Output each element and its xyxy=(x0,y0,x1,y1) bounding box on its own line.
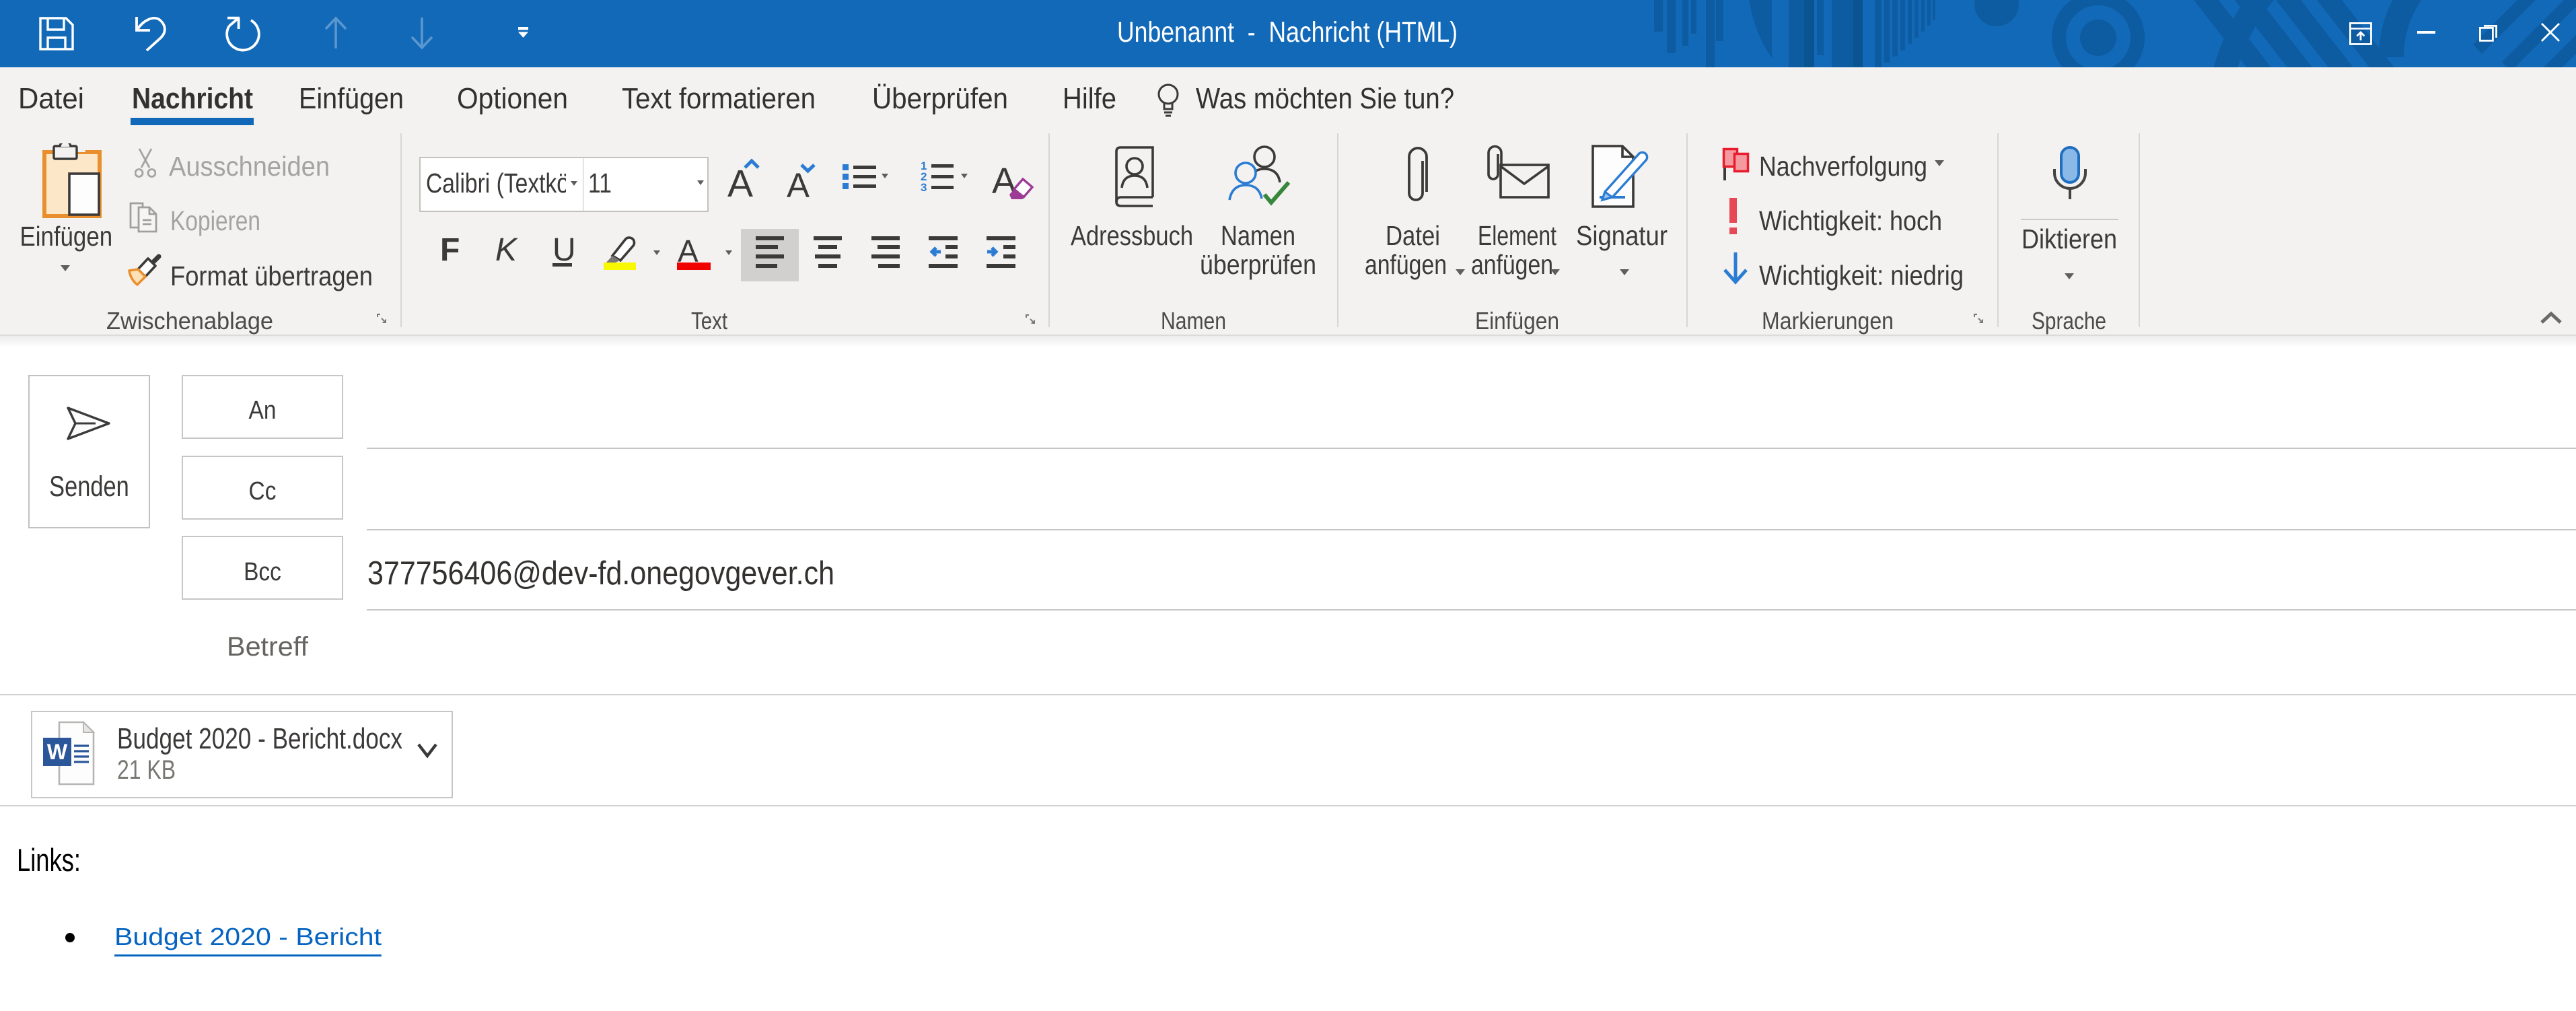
svg-text:W: W xyxy=(47,740,68,764)
svg-text:3: 3 xyxy=(921,181,927,193)
